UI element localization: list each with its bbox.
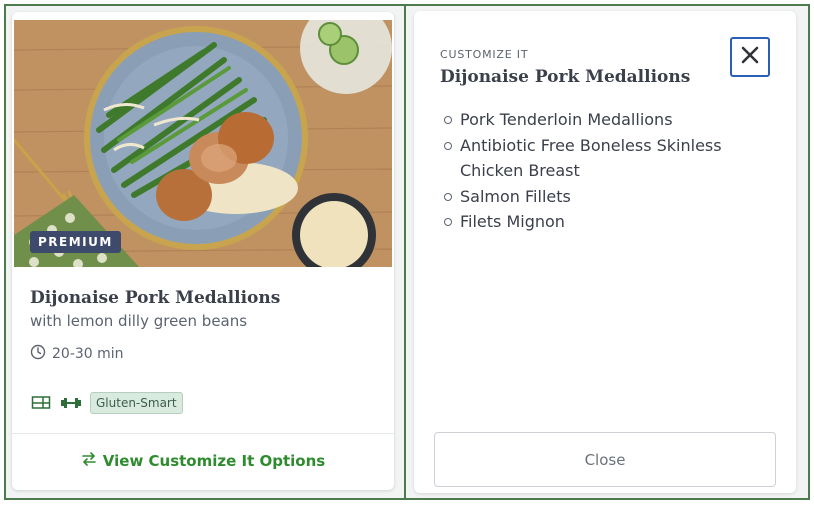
- close-icon: [740, 45, 760, 70]
- list-item: Pork Tenderloin Medallions: [444, 107, 764, 133]
- close-x-button[interactable]: [730, 37, 770, 77]
- view-customize-options-link[interactable]: View Customize It Options: [12, 452, 394, 470]
- close-button[interactable]: Close: [434, 432, 776, 487]
- meal-tray-icon: [30, 394, 52, 412]
- cook-time: 20-30 min: [30, 344, 124, 364]
- recipe-photo: [14, 20, 392, 267]
- view-customize-options-label: View Customize It Options: [102, 452, 326, 470]
- card-divider: [12, 433, 394, 434]
- premium-badge: PREMIUM: [30, 231, 121, 253]
- list-item: Salmon Fillets: [444, 184, 764, 210]
- clock-icon: [30, 344, 46, 364]
- panel-eyebrow: CUSTOMIZE IT: [440, 48, 529, 61]
- panel-title: Dijonaise Pork Medallions: [440, 67, 691, 87]
- gluten-smart-tag: Gluten-Smart: [90, 392, 183, 414]
- cook-time-label: 20-30 min: [52, 346, 124, 362]
- list-item: Antibiotic Free Boneless Skinless Chicke…: [444, 133, 764, 184]
- customize-options-list: Pork Tenderloin Medallions Antibiotic Fr…: [444, 107, 764, 235]
- dumbbell-icon: [60, 394, 82, 412]
- customize-panel: CUSTOMIZE IT Dijonaise Pork Medallions P…: [414, 11, 796, 493]
- swap-arrows-icon: [81, 452, 97, 470]
- frame-divider: [404, 4, 406, 500]
- recipe-title: Dijonaise Pork Medallions: [30, 288, 281, 308]
- recipe-subtitle: with lemon dilly green beans: [30, 312, 248, 330]
- recipe-tags: Gluten-Smart: [30, 392, 183, 414]
- list-item: Filets Mignon: [444, 209, 764, 235]
- recipe-card: PREMIUM Dijonaise Pork Medallions with l…: [12, 12, 394, 490]
